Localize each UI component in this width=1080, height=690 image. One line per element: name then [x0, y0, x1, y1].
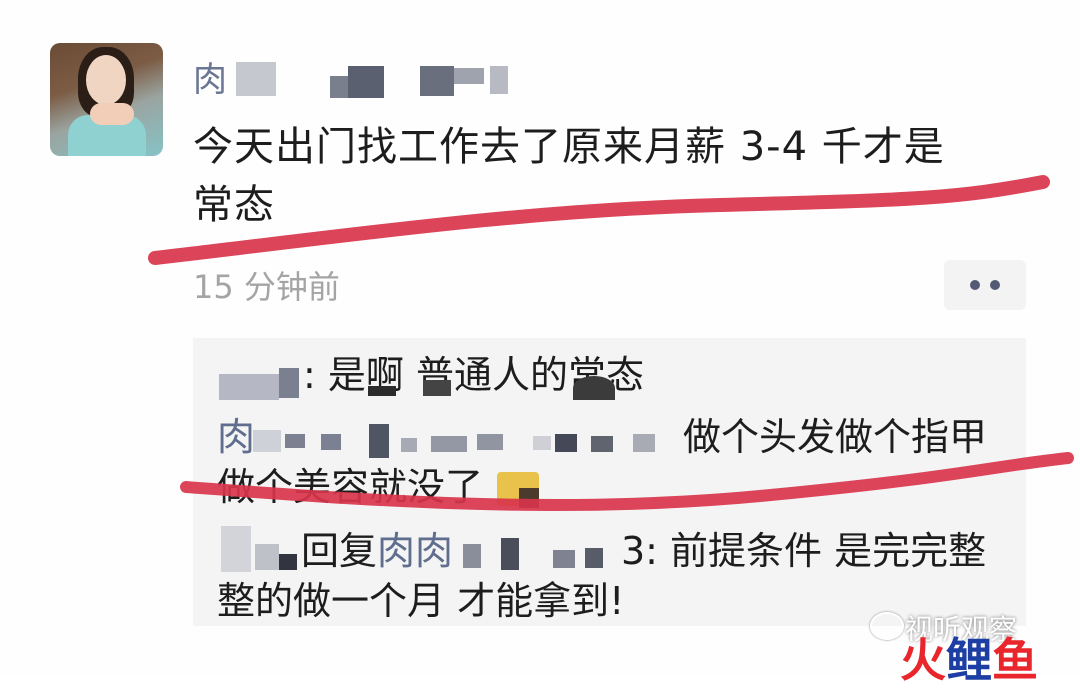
more-options-button[interactable]	[944, 260, 1026, 310]
comment-text: 做个美容就没了	[217, 465, 484, 509]
pixelation-block	[330, 76, 348, 98]
pixelation-block	[279, 554, 297, 570]
watermark-logo: 火鲤鱼	[900, 633, 1038, 687]
pixelation-block	[633, 434, 655, 452]
pixelation-block	[219, 374, 279, 400]
pixelation-block	[369, 424, 389, 458]
post-timestamp: 15 分钟前	[193, 268, 340, 306]
post-text-line-1: 今天出门找工作去了原来月薪 3-4 千才是	[193, 124, 945, 170]
more-dot-icon	[990, 280, 1000, 290]
pixelation-block	[490, 66, 508, 94]
comment-reply-label: 回复肉肉	[301, 529, 454, 573]
pixelation-block	[255, 544, 279, 570]
avatar[interactable]	[50, 43, 163, 156]
pixelation-block	[423, 380, 451, 396]
pixelation-block	[555, 434, 577, 452]
wechat-channel-icon	[870, 612, 904, 640]
author-name-visible: 肉	[193, 60, 229, 100]
pixelation-block	[573, 376, 615, 400]
pixelation-block	[321, 434, 341, 450]
pixelation-block	[519, 488, 539, 508]
pixelation-block	[279, 368, 299, 398]
pixelation-block	[285, 434, 305, 448]
avatar-hands	[90, 103, 134, 125]
comment-text: 3: 前提条件 是完完整	[621, 529, 987, 573]
comment-text: 做个头发做个指甲	[683, 415, 988, 459]
pixelation-block	[585, 548, 603, 568]
comment-author[interactable]: 肉	[217, 412, 255, 462]
pixelation-block	[420, 66, 454, 96]
pixelation-block	[253, 430, 281, 452]
avatar-face	[86, 55, 126, 105]
comment-text: 整的做一个月 才能拿到!	[217, 579, 625, 623]
post-text-line-2: 常态	[193, 182, 275, 228]
pixelation-block	[553, 550, 575, 568]
pixelation-block	[401, 438, 417, 452]
pixelation-block	[348, 66, 384, 98]
pixelation-block	[501, 538, 519, 570]
post-text: 今天出门找工作去了原来月薪 3-4 千才是 常态	[193, 118, 1033, 234]
pixelation-block	[221, 526, 251, 572]
comments-section: : 是啊 普通人的常态 肉 做个头发做个指甲 做个美容就没了 回复肉肉 3: 前…	[193, 338, 1026, 626]
pixelation-block	[591, 436, 613, 452]
pixelation-block	[431, 436, 467, 452]
pixelation-block	[477, 434, 503, 450]
author-name[interactable]: 肉	[193, 52, 229, 101]
pixelation-block	[368, 386, 396, 396]
moments-screenshot: 肉 今天出门找工作去了原来月薪 3-4 千才是 常态 15 分钟前 : 是啊 普…	[0, 0, 1080, 687]
pixelation-block	[533, 436, 551, 450]
pixelation-block	[463, 544, 481, 568]
reply-target[interactable]: 肉肉	[377, 529, 453, 573]
more-dot-icon	[970, 280, 980, 290]
pixelation-block	[454, 68, 484, 84]
pixelation-block	[236, 62, 276, 96]
